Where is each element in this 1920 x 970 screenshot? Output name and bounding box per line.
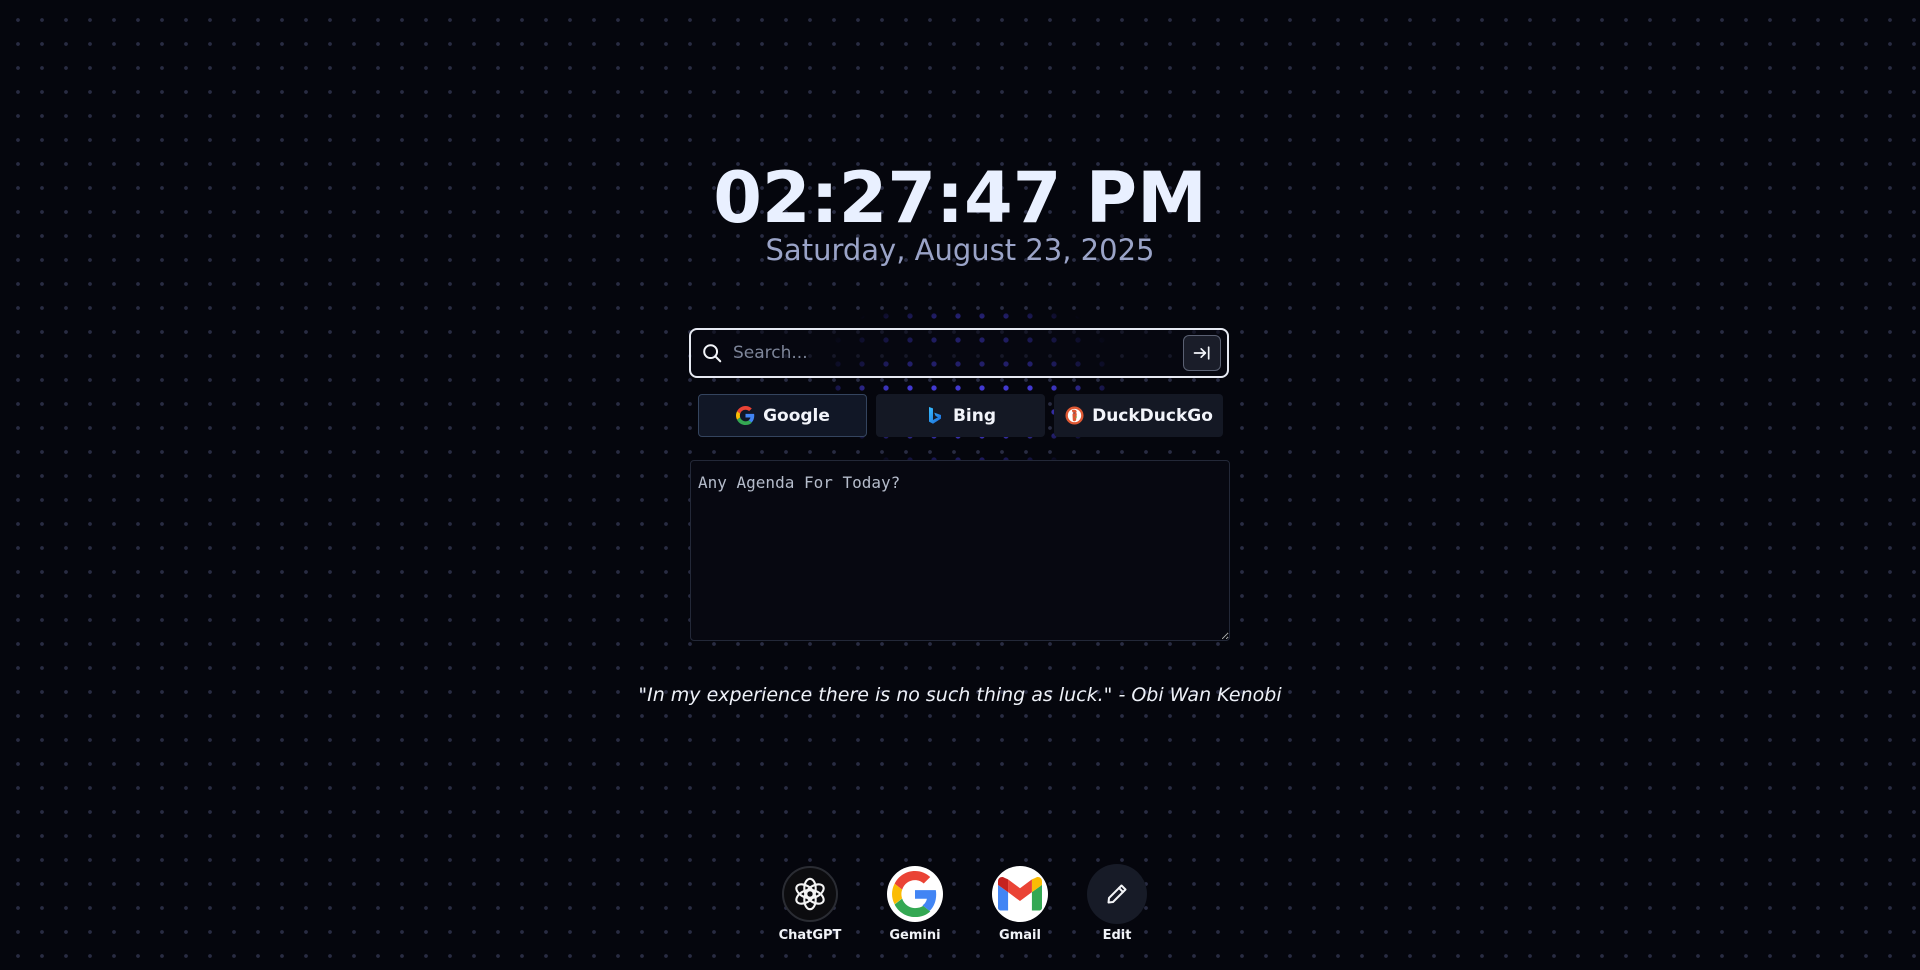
search-bar [689, 328, 1229, 378]
engine-google-label: Google [763, 405, 830, 426]
quote-text: "In my experience there is no such thing… [638, 684, 1282, 706]
bing-icon [925, 406, 945, 426]
engine-bing-label: Bing [952, 405, 997, 426]
shortcut-edit-label: Edit [1102, 928, 1132, 943]
engine-duckduckgo-label: DuckDuckGo [1092, 405, 1213, 426]
google-g-icon [887, 866, 943, 922]
chatgpt-icon [782, 866, 838, 922]
shortcut-dock: ChatGPT Gemini Gmail Edit [770, 864, 1160, 948]
google-icon [735, 406, 755, 426]
agenda-textarea[interactable] [690, 460, 1230, 641]
shortcut-gemini[interactable]: Gemini [875, 866, 955, 943]
search-engine-selector: Google Bing DuckDuckGo [698, 394, 1223, 438]
pencil-icon [1087, 864, 1147, 924]
arrow-right-to-line-icon [1193, 346, 1210, 360]
search-input[interactable] [731, 332, 1183, 374]
engine-duckduckgo-button[interactable]: DuckDuckGo [1054, 394, 1223, 437]
shortcut-chatgpt[interactable]: ChatGPT [770, 866, 850, 943]
search-submit-button[interactable] [1183, 335, 1221, 371]
shortcut-gmail-label: Gmail [999, 928, 1041, 943]
clock-time: 02:27:47 PM [713, 157, 1207, 239]
shortcut-gmail[interactable]: Gmail [980, 866, 1060, 943]
background-glow [820, 296, 1120, 474]
clock-date: Saturday, August 23, 2025 [765, 233, 1155, 267]
shortcut-gemini-label: Gemini [889, 928, 941, 943]
search-icon [701, 342, 723, 364]
engine-google-button[interactable]: Google [698, 394, 867, 437]
shortcut-edit[interactable]: Edit [1077, 864, 1157, 943]
shortcut-chatgpt-label: ChatGPT [778, 928, 842, 943]
duckduckgo-icon [1064, 406, 1084, 426]
gmail-icon [992, 866, 1048, 922]
engine-bing-button[interactable]: Bing [876, 394, 1045, 437]
